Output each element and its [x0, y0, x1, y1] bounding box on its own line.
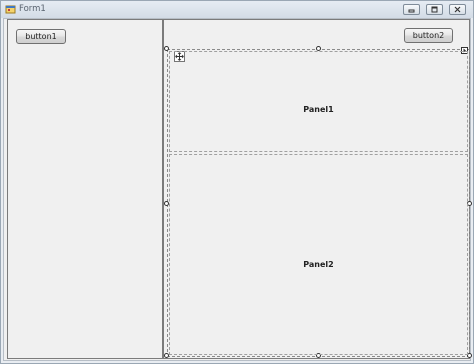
- panel1[interactable]: Panel1: [169, 51, 468, 152]
- form-window: Form1 button1 button2 Panel1 Panel2: [0, 0, 474, 364]
- close-button[interactable]: [449, 4, 466, 15]
- close-icon: [454, 6, 461, 13]
- window-title: Form1: [19, 4, 46, 14]
- minimize-button[interactable]: [403, 4, 420, 15]
- title-bar[interactable]: Form1: [1, 1, 473, 18]
- split-container[interactable]: Panel1 Panel2: [164, 46, 472, 358]
- panel1-label: Panel1: [303, 105, 334, 114]
- maximize-button[interactable]: [426, 4, 443, 15]
- minimize-icon: [408, 9, 415, 13]
- form-icon: [5, 5, 16, 14]
- panel2-label: Panel2: [303, 260, 334, 269]
- right-panel[interactable]: button2 Panel1 Panel2: [163, 19, 472, 359]
- form-client-area: button1 button2 Panel1 Panel2: [3, 18, 472, 361]
- button2[interactable]: button2: [404, 28, 453, 43]
- left-panel[interactable]: button1: [7, 19, 163, 359]
- panel2[interactable]: Panel2: [169, 154, 468, 355]
- button1[interactable]: button1: [16, 29, 66, 44]
- maximize-icon: [431, 6, 438, 13]
